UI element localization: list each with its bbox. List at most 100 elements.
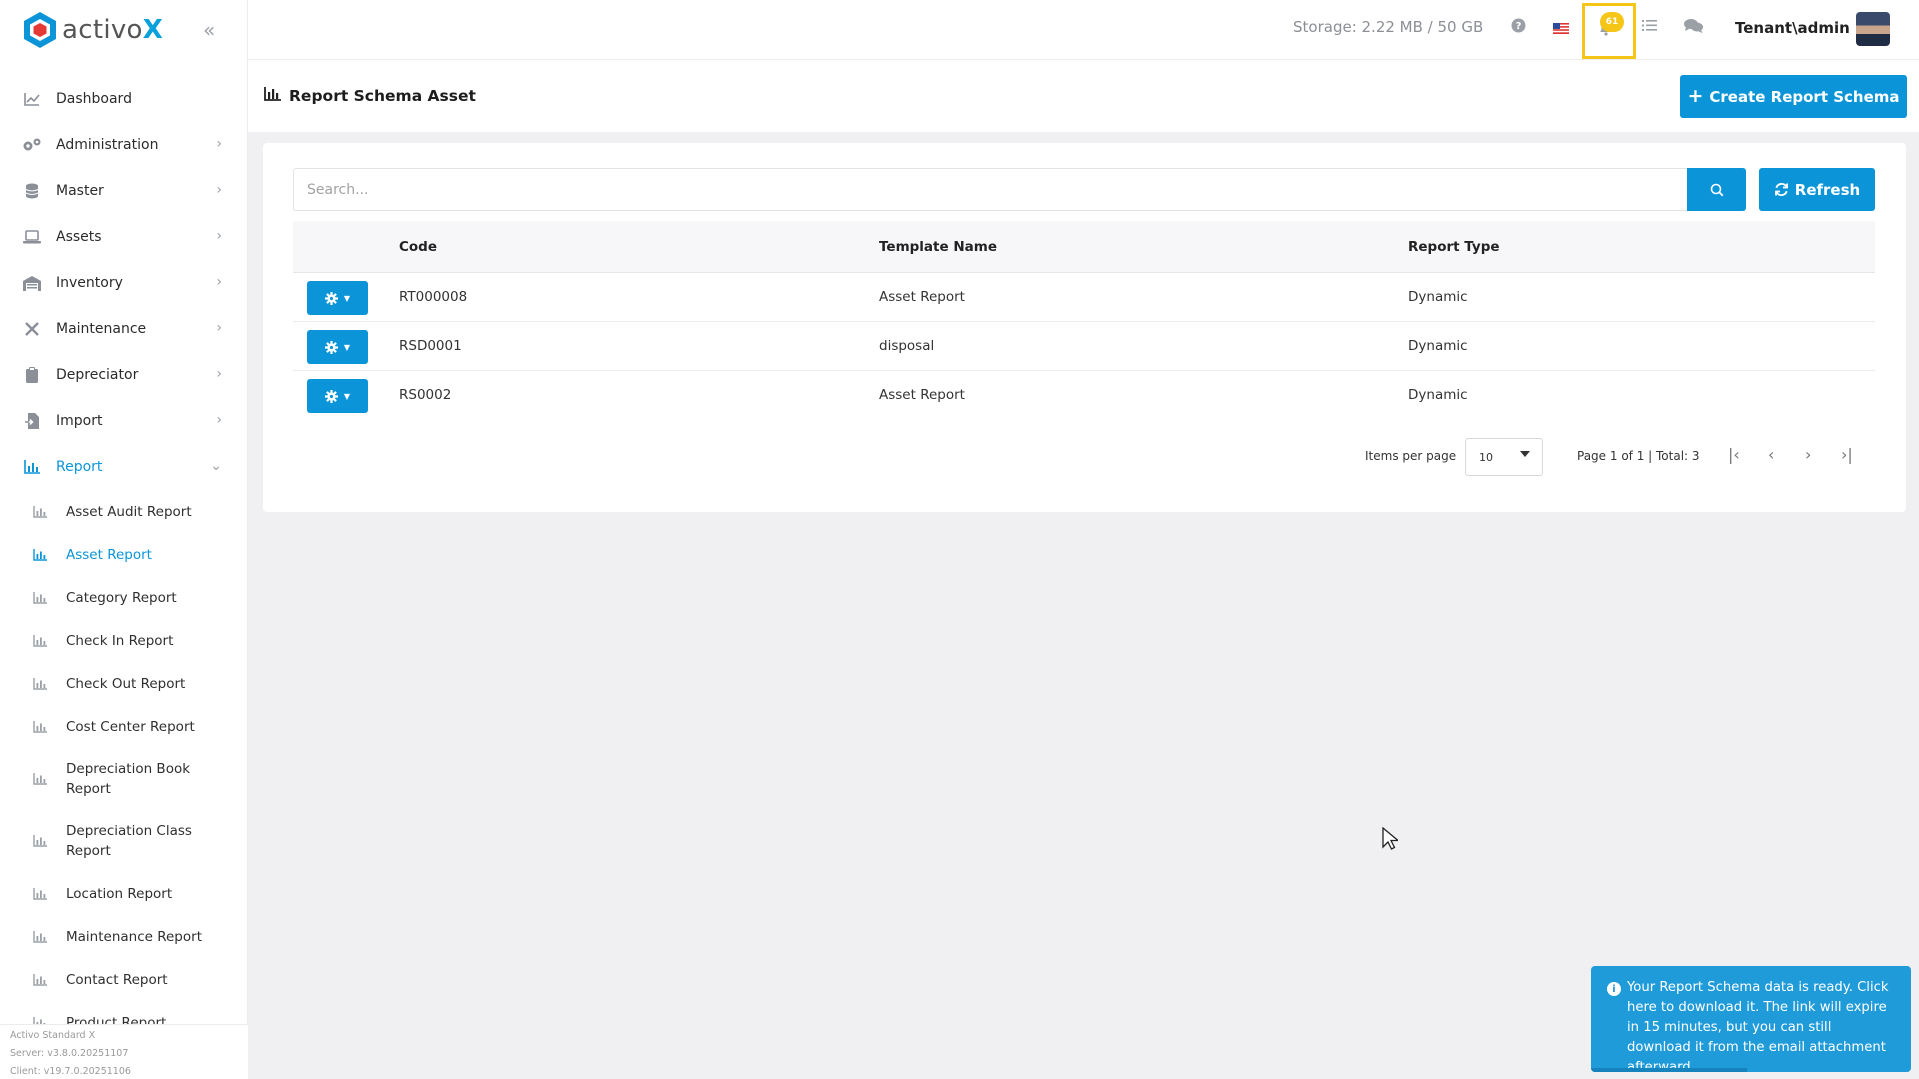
table-row[interactable]: ▼ RSD0001 disposal Dynamic: [293, 322, 1875, 371]
bar-chart-icon: [32, 633, 48, 649]
sidebar-subitem-label: Category Report: [66, 589, 177, 606]
sidebar-item-inventory[interactable]: Inventory ›: [0, 260, 248, 306]
sidebar-item-report[interactable]: Report ⌄: [0, 444, 248, 490]
sidebar-item-administration[interactable]: Administration ›: [0, 122, 248, 168]
collapse-sidebar-icon[interactable]: «: [203, 18, 215, 42]
chevron-right-icon: ›: [216, 274, 222, 290]
pagination: Items per page 10 Page 1 of 1 | Total: 3…: [263, 435, 1906, 476]
table-header: Code Template Name Report Type: [293, 221, 1875, 273]
row-actions-button[interactable]: ▼: [307, 379, 368, 413]
cell-code: RSD0001: [399, 338, 462, 354]
chevron-down-icon: ⌄: [210, 458, 222, 474]
first-page-icon[interactable]: |‹: [1728, 445, 1740, 464]
chevron-right-icon: ›: [216, 366, 222, 382]
last-page-icon[interactable]: ›|: [1841, 445, 1853, 464]
row-actions-button[interactable]: ▼: [307, 330, 368, 364]
sidebar-subitem-asset-report[interactable]: Asset Report: [0, 533, 248, 576]
sidebar-subitem-product-report[interactable]: Product Report: [0, 1001, 248, 1024]
report-schema-table: Code Template Name Report Type ▼ RT000008…: [293, 221, 1875, 420]
svg-text:?: ?: [1516, 21, 1522, 32]
search-input[interactable]: [293, 168, 1687, 211]
row-actions-button[interactable]: ▼: [307, 281, 368, 315]
sidebar-subitem-label: Cost Center Report: [66, 718, 195, 735]
sidebar-subitem-label: Location Report: [66, 885, 173, 902]
caret-down-icon: ▼: [343, 391, 351, 401]
task-list-icon[interactable]: [1642, 18, 1657, 36]
bar-chart-icon: [22, 457, 42, 477]
search-button[interactable]: [1687, 168, 1746, 211]
sidebar-subitem-label: Asset Report: [66, 546, 152, 563]
caret-down-icon: ▼: [343, 293, 351, 303]
top-bar: Storage: 2.22 MB / 50 GB ? 61 Tenant\adm…: [248, 0, 1919, 60]
column-header-report-type[interactable]: Report Type: [1408, 239, 1500, 255]
laptop-icon: [22, 227, 42, 247]
sidebar-subitem-location-report[interactable]: Location Report: [0, 872, 248, 915]
refresh-button[interactable]: Refresh: [1759, 168, 1875, 211]
table-row[interactable]: ▼ RT000008 Asset Report Dynamic: [293, 273, 1875, 322]
sidebar-item-depreciator[interactable]: Depreciator ›: [0, 352, 248, 398]
cell-report-type: Dynamic: [1408, 387, 1468, 403]
search-icon: [1710, 183, 1723, 196]
report-submenu: Asset Audit Report Asset Report Category R…: [0, 490, 248, 1024]
sidebar-item-assets[interactable]: Assets ›: [0, 214, 248, 260]
refresh-icon: [1774, 183, 1788, 196]
chevron-right-icon: ›: [216, 320, 222, 336]
create-report-schema-button[interactable]: + Create Report Schema: [1680, 75, 1907, 118]
sidebar-subitem-label: Contact Report: [66, 971, 168, 988]
sidebar-subitem-check-in-report[interactable]: Check In Report: [0, 619, 248, 662]
sidebar-item-import[interactable]: Import ›: [0, 398, 248, 444]
cell-code: RS0002: [399, 387, 452, 403]
sidebar-subitem-label: Check Out Report: [66, 675, 186, 692]
sidebar-subitem-label: Depreciation Book Report: [66, 761, 191, 797]
sidebar-subitem-check-out-report[interactable]: Check Out Report: [0, 662, 248, 705]
sidebar-subitem-depreciation-book-report[interactable]: Depreciation Book Report: [0, 748, 248, 810]
chevron-right-icon: ›: [216, 228, 222, 244]
sidebar-footer: Activo Standard X Server: v3.8.0.2025110…: [0, 1024, 248, 1079]
cell-code: RT000008: [399, 289, 468, 305]
column-header-code[interactable]: Code: [399, 239, 437, 255]
download-ready-toast[interactable]: i Your Report Schema data is ready. Clic…: [1591, 966, 1911, 1075]
items-per-page-select[interactable]: 10: [1465, 438, 1543, 476]
prev-page-icon[interactable]: ‹: [1768, 445, 1774, 464]
gear-icon: [324, 291, 338, 305]
sidebar-subitem-maintenance-report[interactable]: Maintenance Report: [0, 915, 248, 958]
page-title: Report Schema Asset: [264, 87, 476, 105]
bar-chart-icon: [32, 833, 48, 849]
next-page-icon[interactable]: ›: [1805, 445, 1811, 464]
sidebar-subitem-cost-center-report[interactable]: Cost Center Report: [0, 705, 248, 748]
chevron-right-icon: ›: [216, 182, 222, 198]
help-icon[interactable]: ?: [1511, 18, 1526, 37]
plus-icon: +: [1687, 85, 1704, 107]
storage-usage: Storage: 2.22 MB / 50 GB: [1293, 18, 1484, 36]
table-row[interactable]: ▼ RS0002 Asset Report Dynamic: [293, 371, 1875, 420]
sidebar-subitem-asset-audit-report[interactable]: Asset Audit Report: [0, 490, 248, 533]
caret-down-icon: ▼: [343, 342, 351, 352]
table-body: ▼ RT000008 Asset Report Dynamic ▼ RSD0001 disp…: [293, 273, 1875, 420]
cell-report-type: Dynamic: [1408, 338, 1468, 354]
cogs-icon: [22, 135, 42, 155]
client-version: Client: v19.7.0.20251106: [10, 1066, 131, 1077]
brand[interactable]: activoX «: [0, 0, 247, 60]
column-header-template-name[interactable]: Template Name: [879, 239, 997, 255]
notification-badge: 61: [1600, 12, 1624, 32]
sidebar-item-maintenance[interactable]: Maintenance ›: [0, 306, 248, 352]
avatar[interactable]: [1856, 12, 1890, 46]
sidebar-subitem-contact-report[interactable]: Contact Report: [0, 958, 248, 1001]
bar-chart-icon: [32, 547, 48, 563]
info-icon: i: [1607, 982, 1621, 996]
chat-icon[interactable]: [1684, 18, 1703, 37]
items-per-page-label: Items per page: [1365, 449, 1457, 463]
bar-chart-icon: [32, 771, 48, 787]
sidebar-subitem-category-report[interactable]: Category Report: [0, 576, 248, 619]
sidebar: activoX « Dashboard Administration › Mas…: [0, 0, 248, 1079]
caret-down-icon: [1520, 451, 1530, 457]
sidebar-item-master[interactable]: Master ›: [0, 168, 248, 214]
tenant-user[interactable]: Tenant\admin: [1735, 19, 1850, 37]
toast-progress-bar: [1591, 1068, 1747, 1072]
cell-template-name: Asset Report: [879, 289, 965, 305]
sidebar-item-dashboard[interactable]: Dashboard: [0, 76, 248, 122]
us-flag-icon[interactable]: [1553, 20, 1569, 38]
sidebar-subitem-depreciation-class-report[interactable]: Depreciation Class Report: [0, 810, 248, 872]
product-name: Activo Standard X: [10, 1030, 96, 1041]
bar-chart-icon: [32, 590, 48, 606]
